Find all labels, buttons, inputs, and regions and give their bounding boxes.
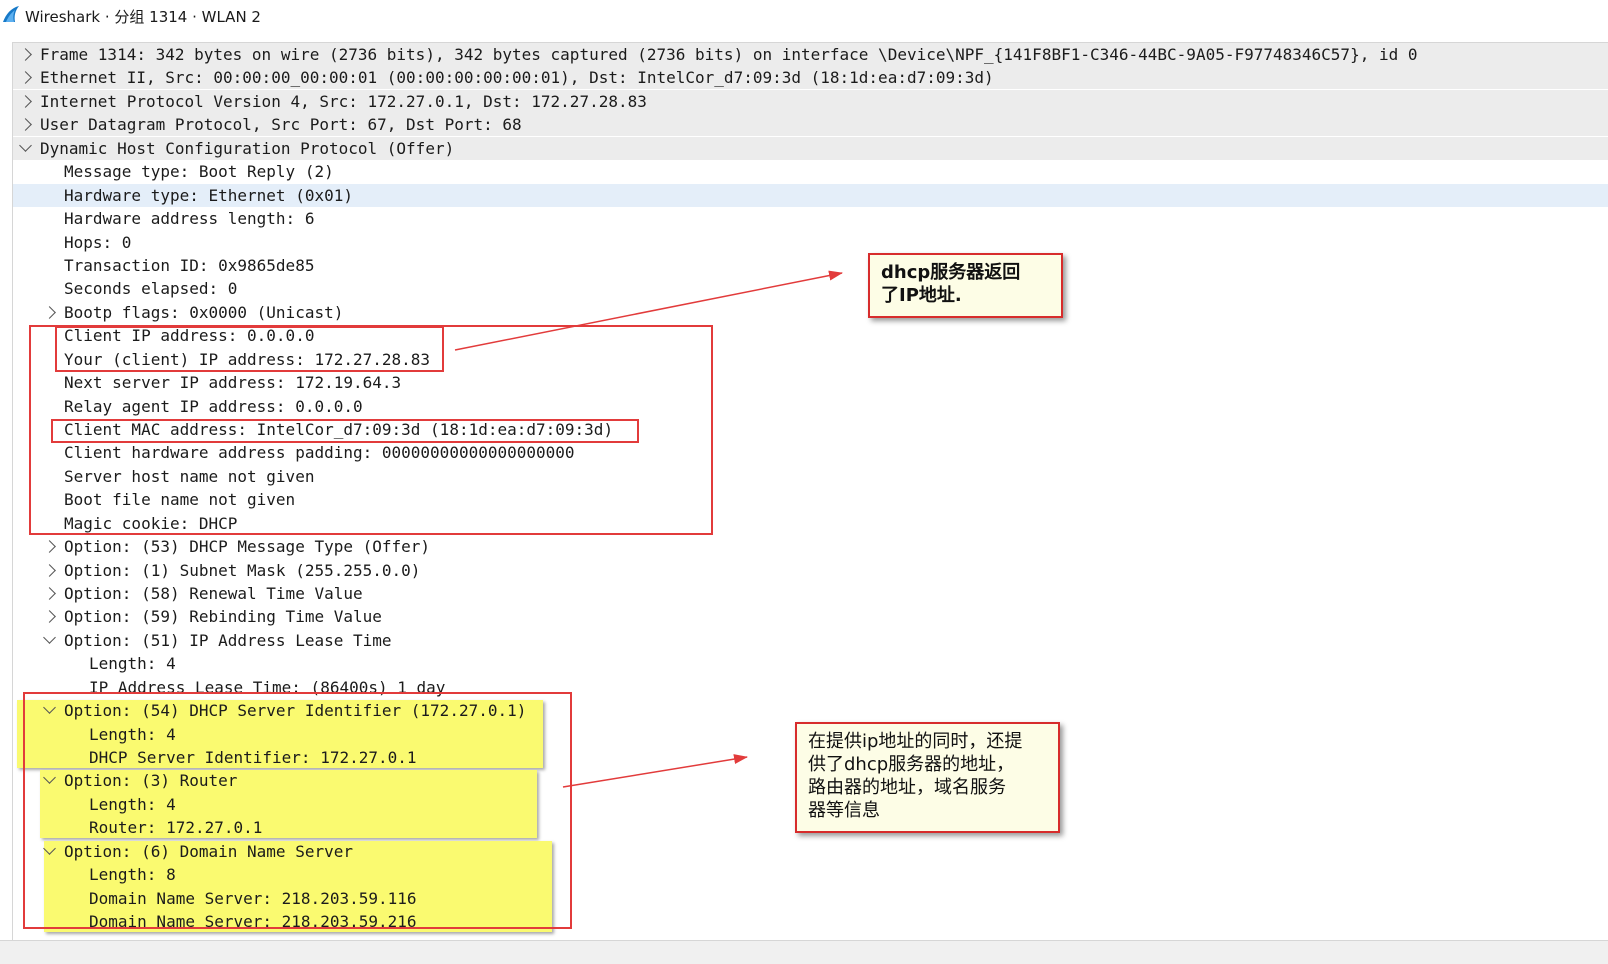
annotation-note-ip: dhcp服务器返回 了IP地址. xyxy=(868,253,1063,318)
chevron-right-icon[interactable] xyxy=(19,118,32,131)
tree-row[interactable]: Transaction ID: 0x9865de85 xyxy=(13,254,1608,277)
tree-row[interactable]: Ethernet II, Src: 00:00:00_00:00:01 (00:… xyxy=(13,66,1608,89)
tree-row[interactable]: Your (client) IP address: 172.27.28.83 xyxy=(13,348,1608,371)
tree-row-label: Client hardware address padding: 0000000… xyxy=(64,443,575,462)
tree-row[interactable]: Client IP address: 0.0.0.0 xyxy=(13,324,1608,347)
tree-row[interactable]: Message type: Boot Reply (2) xyxy=(13,160,1608,183)
tree-row-selected[interactable]: Hardware type: Ethernet (0x01) xyxy=(13,184,1608,207)
tree-row[interactable]: Option: (6) Domain Name Server xyxy=(13,840,1608,863)
chevron-right-icon[interactable] xyxy=(19,48,32,61)
tree-row-label: IP Address Lease Time: (86400s) 1 day xyxy=(89,678,446,697)
tree-row[interactable]: Option: (53) DHCP Message Type (Offer) xyxy=(13,535,1608,558)
tree-row-label: Next server IP address: 172.19.64.3 xyxy=(64,373,402,392)
title-bar: Wireshark · 分组 1314 · WLAN 2 xyxy=(0,0,1608,30)
tree-row[interactable]: Internet Protocol Version 4, Src: 172.27… xyxy=(13,90,1608,113)
tree-row-label: Option: (3) Router xyxy=(64,771,238,790)
chevron-right-icon[interactable] xyxy=(19,71,32,84)
tree-row[interactable]: Client hardware address padding: 0000000… xyxy=(13,441,1608,464)
tree-row-label: Option: (58) Renewal Time Value xyxy=(64,584,363,603)
tree-row-label: Option: (51) IP Address Lease Time xyxy=(64,631,392,650)
tree-row-label: Option: (6) Domain Name Server xyxy=(64,842,353,861)
tree-row[interactable]: Option: (51) IP Address Lease Time xyxy=(13,629,1608,652)
tree-row-label: Option: (59) Rebinding Time Value xyxy=(64,607,382,626)
tree-row[interactable]: Server host name not given xyxy=(13,465,1608,488)
tree-row[interactable]: Dynamic Host Configuration Protocol (Off… xyxy=(13,137,1608,160)
tree-row[interactable]: Magic cookie: DHCP xyxy=(13,512,1608,535)
tree-row-label: Client MAC address: IntelCor_d7:09:3d (1… xyxy=(64,420,614,439)
tree-row-label: Relay agent IP address: 0.0.0.0 xyxy=(64,397,363,416)
tree-row-label: Domain Name Server: 218.203.59.116 xyxy=(89,889,417,908)
tree-row-label: Seconds elapsed: 0 xyxy=(64,279,238,298)
tree-row[interactable]: Length: 8 xyxy=(13,863,1608,886)
tree-row-label: Router: 172.27.0.1 xyxy=(89,818,263,837)
tree-row-label: Domain Name Server: 218.203.59.216 xyxy=(89,912,417,931)
chevron-right-icon[interactable] xyxy=(43,610,56,623)
annotation-note-options: 在提供ip地址的同时，还提 供了dhcp服务器的地址， 路由器的地址，域名服务 … xyxy=(795,722,1060,833)
tree-row-label: Hardware type: Ethernet (0x01) xyxy=(64,186,353,205)
tree-row-label: Option: (53) DHCP Message Type (Offer) xyxy=(64,537,431,556)
chevron-right-icon[interactable] xyxy=(43,564,56,577)
chevron-right-icon[interactable] xyxy=(43,587,56,600)
tree-row[interactable]: Hops: 0 xyxy=(13,231,1608,254)
chevron-down-icon[interactable] xyxy=(43,631,56,644)
tree-row[interactable]: Client MAC address: IntelCor_d7:09:3d (1… xyxy=(13,418,1608,441)
tree-row-label: Length: 4 xyxy=(89,654,176,673)
tree-row[interactable]: Length: 4 xyxy=(13,652,1608,675)
tree-row[interactable]: Option: (1) Subnet Mask (255.255.0.0) xyxy=(13,559,1608,582)
tree-row[interactable]: User Datagram Protocol, Src Port: 67, Ds… xyxy=(13,113,1608,136)
tree-row[interactable]: Relay agent IP address: 0.0.0.0 xyxy=(13,395,1608,418)
tree-row-label: Length: 4 xyxy=(89,725,176,744)
tree-row-label: Length: 4 xyxy=(89,795,176,814)
window-title: Wireshark · 分组 1314 · WLAN 2 xyxy=(25,8,261,26)
tree-row-label: DHCP Server Identifier: 172.27.0.1 xyxy=(89,748,417,767)
tree-row-label: Bootp flags: 0x0000 (Unicast) xyxy=(64,303,344,322)
chevron-down-icon[interactable] xyxy=(43,771,56,784)
tree-row-label: Server host name not given xyxy=(64,467,315,486)
tree-row[interactable]: Seconds elapsed: 0 xyxy=(13,277,1608,300)
tree-row-label: Option: (1) Subnet Mask (255.255.0.0) xyxy=(64,561,421,580)
tree-row[interactable]: Option: (59) Rebinding Time Value xyxy=(13,605,1608,628)
tree-row[interactable]: Hardware address length: 6 xyxy=(13,207,1608,230)
tree-row-label: Ethernet II, Src: 00:00:00_00:00:01 (00:… xyxy=(40,68,994,87)
tree-row[interactable]: Domain Name Server: 218.203.59.116 xyxy=(13,887,1608,910)
tree-row[interactable]: Option: (54) DHCP Server Identifier (172… xyxy=(13,699,1608,722)
tree-row-label: Magic cookie: DHCP xyxy=(64,514,238,533)
tree-row[interactable]: Domain Name Server: 218.203.59.216 xyxy=(13,910,1608,933)
tree-row-label: User Datagram Protocol, Src Port: 67, Ds… xyxy=(40,115,522,134)
bottom-scrollbar[interactable] xyxy=(0,940,1608,964)
tree-row-label: Transaction ID: 0x9865de85 xyxy=(64,256,315,275)
tree-row-label: Hops: 0 xyxy=(64,233,132,252)
chevron-down-icon[interactable] xyxy=(19,139,32,152)
tree-row[interactable]: IP Address Lease Time: (86400s) 1 day xyxy=(13,676,1608,699)
chevron-right-icon[interactable] xyxy=(43,306,56,319)
tree-row-label: Internet Protocol Version 4, Src: 172.27… xyxy=(40,92,647,111)
wireshark-fin-icon xyxy=(3,6,19,22)
tree-row-label: Option: (54) DHCP Server Identifier (172… xyxy=(64,701,527,720)
chevron-right-icon[interactable] xyxy=(43,540,56,553)
tree-row-label: Your (client) IP address: 172.27.28.83 xyxy=(64,350,431,369)
tree-row[interactable]: Bootp flags: 0x0000 (Unicast) xyxy=(13,301,1608,324)
tree-row-label: Boot file name not given xyxy=(64,490,296,509)
tree-row-label: Length: 8 xyxy=(89,865,176,884)
tree-row[interactable]: Frame 1314: 342 bytes on wire (2736 bits… xyxy=(13,43,1608,66)
tree-row[interactable]: Option: (58) Renewal Time Value xyxy=(13,582,1608,605)
tree-row-label: Dynamic Host Configuration Protocol (Off… xyxy=(40,139,455,158)
chevron-down-icon[interactable] xyxy=(43,842,56,855)
chevron-down-icon[interactable] xyxy=(43,701,56,714)
tree-row-label: Message type: Boot Reply (2) xyxy=(64,162,334,181)
tree-row-label: Hardware address length: 6 xyxy=(64,209,315,228)
tree-row[interactable]: Boot file name not given xyxy=(13,488,1608,511)
tree-row[interactable]: Next server IP address: 172.19.64.3 xyxy=(13,371,1608,394)
tree-row-label: Frame 1314: 342 bytes on wire (2736 bits… xyxy=(40,45,1418,64)
chevron-right-icon[interactable] xyxy=(19,95,32,108)
tree-row-label: Client IP address: 0.0.0.0 xyxy=(64,326,315,345)
